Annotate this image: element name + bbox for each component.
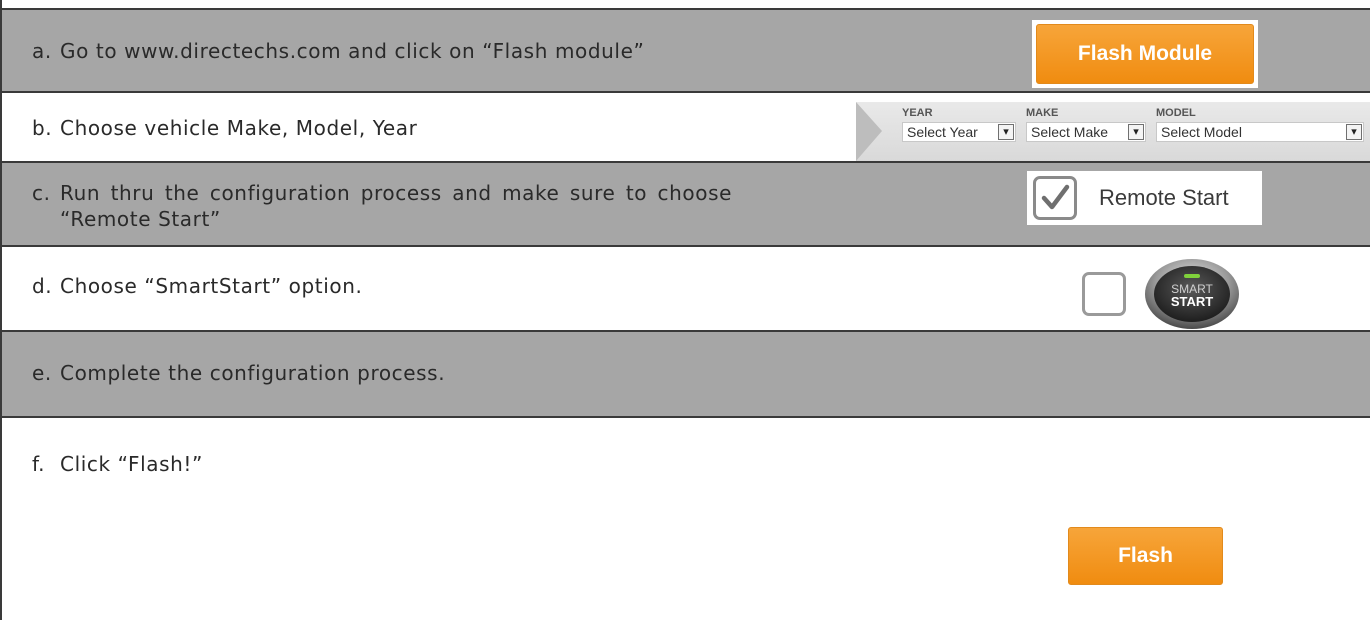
step-e-text: e. Complete the configuration process.	[32, 360, 445, 386]
flash-button[interactable]: Flash	[1068, 527, 1223, 585]
step-b-text: b. Choose vehicle Make, Model, Year	[32, 115, 418, 141]
flash-module-button[interactable]: Flash Module	[1036, 24, 1254, 84]
make-select[interactable]: Select Make ▾	[1026, 122, 1146, 142]
make-select-value: Select Make	[1031, 124, 1109, 140]
chevron-down-icon[interactable]: ▾	[1128, 124, 1144, 140]
vehicle-selector: YEAR Select Year ▾ MAKE Select Make ▾ MO…	[856, 102, 1370, 161]
smartstart-checkbox[interactable]	[1082, 272, 1126, 316]
model-selector: MODEL Select Model ▾	[1156, 106, 1364, 142]
step-row-a: a. Go to www.directechs.com and click on …	[2, 8, 1370, 93]
year-select-value: Select Year	[907, 124, 978, 140]
chevron-down-icon[interactable]: ▾	[1346, 124, 1362, 140]
step-c-line1: c. Run thru the configuration process and…	[32, 180, 732, 206]
step-e-instruction: Complete the configuration process.	[60, 361, 446, 385]
step-c-text: c. Run thru the configuration process and…	[32, 180, 732, 232]
remote-start-checkbox[interactable]	[1033, 176, 1077, 220]
smartstart-logo-line2: START	[1171, 294, 1213, 309]
step-c-letter: c.	[32, 181, 51, 205]
vehicle-selector-arrow	[856, 102, 882, 161]
step-c-instruction-line1: Run thru the configuration process and m…	[60, 181, 732, 205]
step-row-d: d. Choose “SmartStart” option. SMART STAR…	[2, 247, 1370, 332]
steps-table: a. Go to www.directechs.com and click on …	[0, 0, 1370, 620]
make-label: MAKE	[1026, 107, 1059, 119]
model-label: MODEL	[1156, 107, 1196, 119]
step-d-letter: d.	[32, 274, 53, 298]
step-a-text: a. Go to www.directechs.com and click on …	[32, 38, 644, 64]
step-a-instruction: Go to www.directechs.com and click on “F…	[60, 39, 645, 63]
model-select-value: Select Model	[1161, 124, 1242, 140]
remote-start-option: Remote Start	[1027, 171, 1262, 225]
step-b-letter: b.	[32, 116, 53, 140]
step-c-instruction-line2: “Remote Start”	[60, 207, 221, 231]
step-f-instruction: Click “Flash!”	[60, 452, 203, 476]
step-row-c: c. Run thru the configuration process and…	[2, 163, 1370, 247]
year-select[interactable]: Select Year ▾	[902, 122, 1016, 142]
checkmark-icon	[1041, 184, 1070, 210]
step-e-letter: e.	[32, 361, 52, 385]
model-select[interactable]: Select Model ▾	[1156, 122, 1364, 142]
step-row-f: f. Click “Flash!”	[2, 418, 1370, 620]
chevron-down-icon[interactable]: ▾	[998, 124, 1014, 140]
step-a-letter: a.	[32, 39, 52, 63]
smartstart-logo-icon: SMART START	[1145, 259, 1239, 329]
remote-start-label: Remote Start	[1099, 185, 1229, 210]
step-d-text: d. Choose “SmartStart” option.	[32, 273, 362, 299]
step-b-instruction: Choose vehicle Make, Model, Year	[60, 116, 418, 140]
make-selector: MAKE Select Make ▾	[1026, 106, 1146, 142]
step-row-e: e. Complete the configuration process.	[2, 332, 1370, 418]
flash-module-button-frame: Flash Module	[1032, 20, 1258, 88]
step-d-instruction: Choose “SmartStart” option.	[60, 274, 363, 298]
step-f-text: f. Click “Flash!”	[32, 451, 203, 477]
year-label: YEAR	[902, 107, 933, 119]
step-row-b: b. Choose vehicle Make, Model, Year YEAR …	[2, 93, 1370, 163]
year-selector: YEAR Select Year ▾	[902, 106, 1016, 142]
step-f-letter: f.	[32, 452, 46, 476]
